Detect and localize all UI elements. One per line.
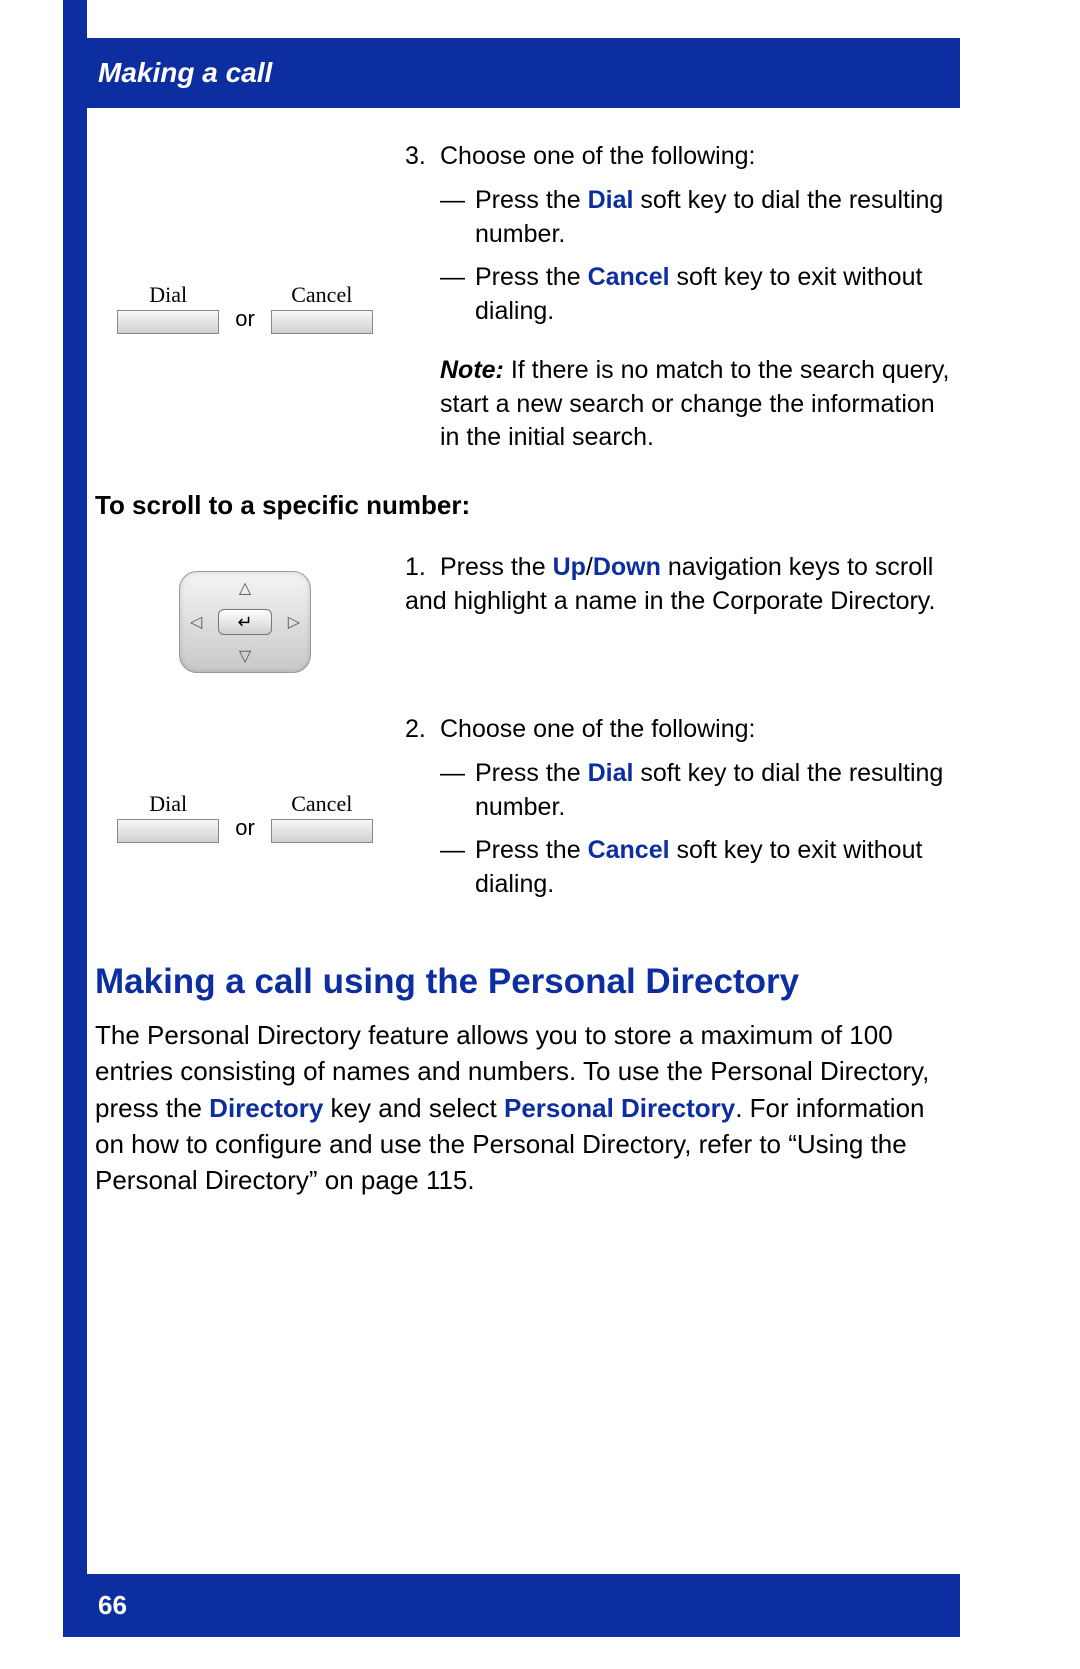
step-3-option-b: Press the Cancel soft key to exit withou… [405,261,955,329]
softkey-dial: Dial [117,282,219,334]
step-number: 1. [405,551,440,585]
or-text: or [235,306,255,332]
step-3-option-a: Press the Dial soft key to dial the resu… [405,184,955,252]
softkey-cancel-label: Cancel [291,282,352,308]
left-arrow-icon: ◁ [190,612,202,632]
softkey-illustration: Dial or Cancel [95,140,395,455]
cancel-keyword: Cancel [588,836,670,864]
document-page: Making a call Dial or Cancel [0,0,1080,1669]
or-text: or [235,815,255,841]
up-arrow-icon: △ [239,578,251,598]
enter-key-icon: ↵ [218,609,272,635]
page-header: Making a call [63,38,960,108]
page-number: 66 [98,1590,127,1621]
step-2-option-b: Press the Cancel soft key to exit withou… [405,834,955,902]
personal-directory-keyword: Personal Directory [504,1093,735,1123]
navpad-illustration: △ ▽ ◁ ▷ ↵ [95,551,395,673]
step-2-text: 2.Choose one of the following: Press the… [395,713,955,902]
down-arrow-icon: ▽ [239,646,251,666]
navpad-icon: △ ▽ ◁ ▷ ↵ [179,571,311,673]
softkey-dial: Dial [117,791,219,843]
step-row-3: Dial or Cancel 3.Choose one of the follo… [95,140,955,455]
scroll-subheading: To scroll to a specific number: [95,490,955,521]
up-keyword: Up [553,553,586,581]
softkey-dial-label: Dial [149,282,187,308]
header-title: Making a call [98,57,272,89]
step-3-note: Note: If there is no match to the search… [405,354,955,455]
softkey-dial-button-icon [117,310,219,334]
softkey-cancel: Cancel [271,282,373,334]
margin-strip [63,108,87,1574]
cancel-keyword: Cancel [588,263,670,291]
down-keyword: Down [593,553,661,581]
step-number: 3. [405,140,440,174]
right-arrow-icon: ▷ [288,612,300,632]
dial-keyword: Dial [588,186,634,214]
margin-strip-top [63,0,87,38]
dial-keyword: Dial [588,759,634,787]
step-3-lead: Choose one of the following: [440,142,756,170]
page-footer: 66 [63,1574,960,1637]
step-2-option-a: Press the Dial soft key to dial the resu… [405,757,955,825]
softkey-dial-button-icon [117,819,219,843]
softkey-cancel: Cancel [271,791,373,843]
pd-body: The Personal Directory feature allows yo… [95,1017,955,1199]
step-3-text: 3.Choose one of the following: Press the… [395,140,955,455]
softkey-dial-label: Dial [149,791,187,817]
directory-keyword: Directory [209,1093,323,1123]
step-row-2: Dial or Cancel 2.Choose one of the follo… [95,713,955,902]
step-number: 2. [405,713,440,747]
softkey-cancel-button-icon [271,310,373,334]
page-content: Dial or Cancel 3.Choose one of the follo… [95,140,955,1199]
step-2-lead: Choose one of the following: [440,715,756,743]
softkey-cancel-button-icon [271,819,373,843]
nav-step-1-text: 1.Press the Up/Down navigation keys to s… [395,551,955,673]
softkey-illustration-2: Dial or Cancel [95,713,395,902]
note-label: Note: [440,356,504,384]
pd-heading: Making a call using the Personal Directo… [95,962,955,1002]
step-row-nav-1: △ ▽ ◁ ▷ ↵ 1.Press the Up/Down navigation… [95,551,955,673]
softkey-cancel-label: Cancel [291,791,352,817]
